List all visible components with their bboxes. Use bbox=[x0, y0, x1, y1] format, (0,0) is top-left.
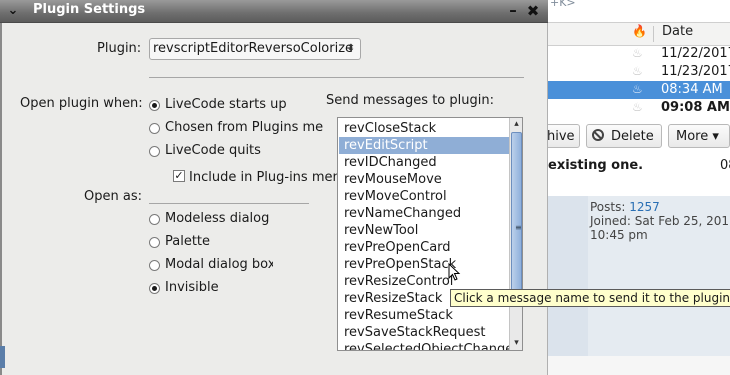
message-row[interactable]: ♨ 11/22/2017 bbox=[548, 45, 730, 63]
message-date: 09:08 AM bbox=[661, 100, 730, 115]
open-when-label: Open plugin when: bbox=[20, 96, 143, 111]
plugin-settings-dialog: ⌄ Plugin Settings – ✖ Plugin: revscriptE… bbox=[0, 0, 730, 375]
joined-date: Sat Feb 25, 201 bbox=[634, 214, 730, 228]
forum-post-meta: Posts: 1257 Joined: Sat Feb 25, 201 10:4… bbox=[590, 200, 729, 242]
flame-icon[interactable]: ♨ bbox=[632, 46, 643, 60]
divider bbox=[149, 77, 524, 78]
message-list-item[interactable]: revResumeStack bbox=[339, 307, 509, 324]
open-as-radio[interactable] bbox=[149, 237, 160, 248]
message-list-item[interactable]: revResizeControl bbox=[339, 273, 509, 290]
open-as-radio-label[interactable]: Palette bbox=[165, 234, 273, 249]
flame-icon[interactable]: ♨ bbox=[632, 64, 643, 78]
open-when-radio-label[interactable]: LiveCode quits bbox=[165, 143, 325, 158]
more-button[interactable]: More ▾ bbox=[668, 124, 730, 148]
message-list-item[interactable]: revIDChanged bbox=[339, 154, 509, 171]
message-date: 08:34 AM bbox=[661, 82, 723, 97]
posts-count-link[interactable]: 1257 bbox=[629, 200, 660, 214]
joined-time: 10:45 pm bbox=[590, 228, 648, 242]
message-list-item[interactable]: revMouseMove bbox=[339, 171, 509, 188]
search-shortcut-hint: +K> bbox=[550, 0, 576, 9]
delete-button-label: Delete bbox=[611, 129, 654, 144]
message-list-item[interactable]: revSaveStackRequest bbox=[339, 324, 509, 341]
include-plugins-menu-checkbox[interactable]: ✓ bbox=[173, 170, 185, 182]
window-title: Plugin Settings bbox=[33, 2, 146, 17]
message-list-item[interactable]: revMoveControl bbox=[339, 188, 509, 205]
open-as-divider bbox=[149, 203, 309, 204]
open-as-radio-label[interactable]: Modeless dialog bo bbox=[165, 211, 273, 226]
message-list-item[interactable]: revPreOpenStack bbox=[339, 256, 509, 273]
messages-scrollbar[interactable]: ▴ ≡ ▾ bbox=[509, 118, 522, 350]
message-row[interactable]: ♨ 11/23/2017 bbox=[548, 63, 730, 81]
flame-icon[interactable]: 🔥 bbox=[632, 24, 647, 38]
message-list-item[interactable]: revNameChanged bbox=[339, 205, 509, 222]
message-subject-number: 08 bbox=[720, 158, 730, 173]
open-as-radio[interactable] bbox=[149, 260, 160, 271]
send-messages-label: Send messages to plugin: bbox=[326, 93, 494, 108]
close-icon[interactable]: ✖ bbox=[524, 3, 542, 19]
bottom-strip bbox=[548, 356, 730, 375]
open-when-radio[interactable] bbox=[149, 123, 160, 134]
select-arrow-icon: ⬍ bbox=[346, 43, 356, 54]
scroll-down-icon[interactable]: ▾ bbox=[510, 337, 522, 350]
scrollbar-thumb[interactable]: ≡ bbox=[511, 132, 522, 303]
open-as-radio-label[interactable]: Invisible bbox=[165, 280, 273, 295]
scroll-up-icon[interactable]: ▴ bbox=[510, 118, 522, 131]
mouse-cursor-icon bbox=[448, 263, 461, 281]
title-bar[interactable]: ⌄ Plugin Settings – ✖ bbox=[0, 0, 548, 23]
open-when-radio[interactable] bbox=[149, 146, 160, 157]
delete-button[interactable]: Delete bbox=[586, 124, 662, 148]
open-as-radio-label[interactable]: Modal dialog box bbox=[165, 257, 273, 272]
message-list-item[interactable]: revCloseStack bbox=[339, 120, 509, 137]
open-as-label: Open as: bbox=[84, 189, 142, 204]
open-as-radio[interactable] bbox=[149, 283, 160, 294]
flame-icon[interactable]: ♨ bbox=[632, 100, 643, 114]
include-plugins-menu-label: Include in Plug-ins men bbox=[189, 170, 337, 185]
message-list-item[interactable]: revPreOpenCard bbox=[339, 239, 509, 256]
header-separator bbox=[653, 26, 654, 42]
plugin-select[interactable]: revscriptEditorReversoColorize ⬍ bbox=[149, 38, 361, 60]
open-when-radio-label[interactable]: Chosen from Plugins me bbox=[165, 120, 325, 135]
open-when-radio[interactable] bbox=[149, 100, 160, 111]
message-subject: existing one. bbox=[548, 158, 644, 173]
grip-icon: ≡ bbox=[515, 223, 522, 232]
open-when-radio-label[interactable]: LiveCode starts up bbox=[165, 97, 325, 112]
message-row[interactable]: ♨ 09:08 AM bbox=[548, 99, 730, 117]
posts-label: Posts: bbox=[590, 200, 626, 214]
plugin-select-value: revscriptEditorReversoColorize bbox=[153, 41, 354, 56]
message-date: 11/23/2017 bbox=[661, 64, 730, 79]
open-as-radio[interactable] bbox=[149, 214, 160, 225]
plugin-label: Plugin: bbox=[97, 41, 142, 56]
ban-icon bbox=[592, 129, 604, 141]
flame-icon[interactable]: ♨ bbox=[632, 82, 643, 96]
messages-list[interactable]: revCloseStack revEditScript revIDChanged re… bbox=[337, 117, 523, 351]
minimize-icon[interactable]: – bbox=[504, 3, 522, 19]
chevron-down-icon[interactable]: ⌄ bbox=[5, 3, 21, 19]
message-list-item[interactable]: revSelectedObjectChange bbox=[339, 341, 509, 350]
message-list-item[interactable]: revNewTool bbox=[339, 222, 509, 239]
more-button-label: More ▾ bbox=[676, 129, 719, 144]
window-edge bbox=[0, 23, 2, 375]
date-column-header[interactable]: Date bbox=[662, 24, 693, 39]
message-row[interactable]: ♨ 08:34 AM bbox=[548, 81, 730, 99]
window-corner-accent bbox=[0, 346, 5, 368]
message-date: 11/22/2017 bbox=[661, 46, 730, 61]
joined-label: Joined: bbox=[590, 214, 631, 228]
archive-button-label: hive bbox=[547, 129, 575, 144]
message-list-item[interactable]: revEditScript bbox=[339, 137, 509, 154]
messages-tooltip: Click a message name to send it to the p… bbox=[450, 289, 730, 307]
